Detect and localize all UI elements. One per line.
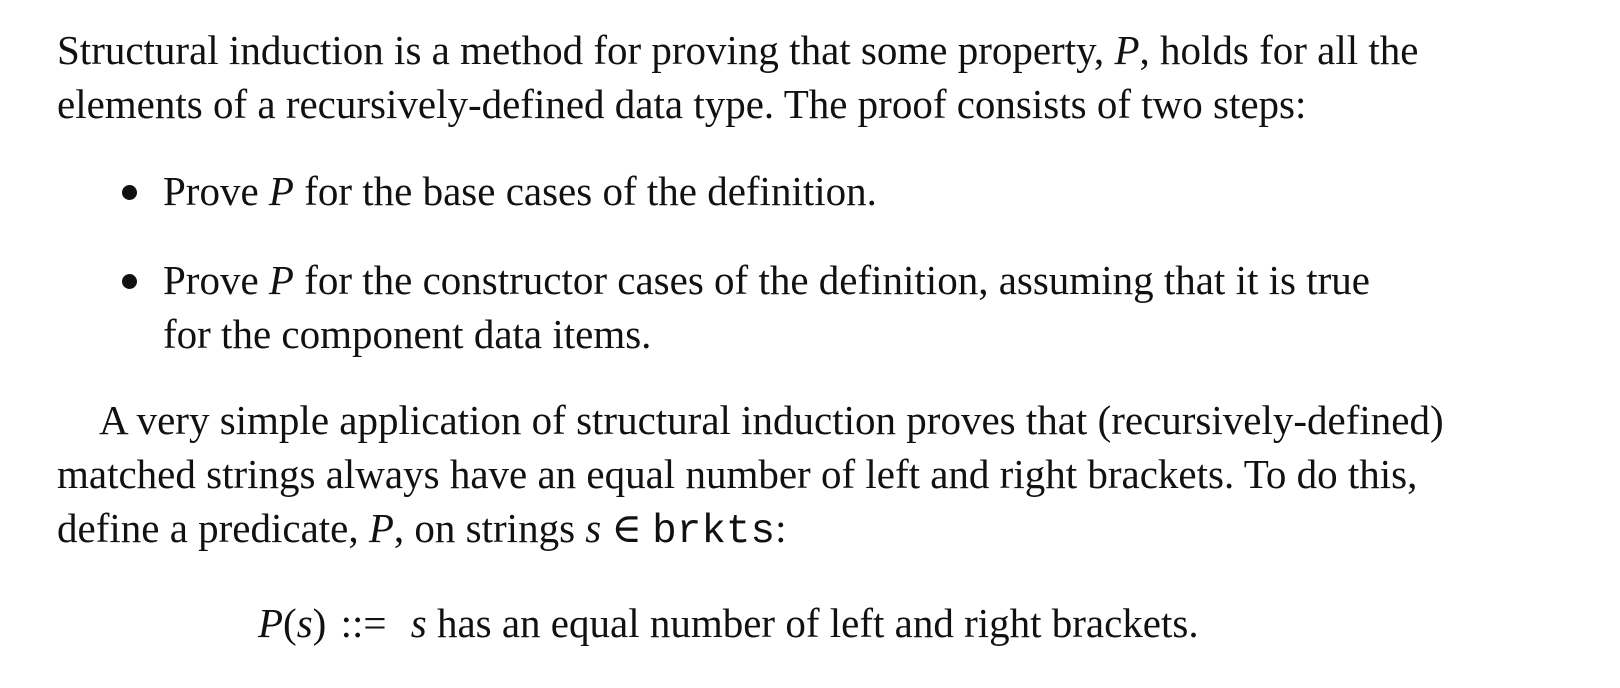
- step-text: for the base cases of the definition.: [293, 168, 877, 214]
- intro-text: elements of a recursively-defined data t…: [57, 81, 1307, 127]
- intro-line-1: Structural induction is a method for pro…: [57, 30, 1418, 71]
- step-line: Prove P for the base cases of the defini…: [163, 171, 877, 212]
- step-text: for the constructor cases of the definit…: [293, 257, 1370, 303]
- property-variable: P: [1114, 27, 1140, 73]
- close-paren: ): [312, 600, 327, 646]
- definition-operator: ::=: [330, 600, 397, 646]
- predicate-variable: P: [258, 600, 284, 646]
- application-text: matched strings always have an equal num…: [57, 451, 1418, 497]
- application-text: define a predicate,: [57, 505, 369, 551]
- open-paren: (: [283, 600, 297, 646]
- intro-text: Structural induction is a method for pro…: [57, 27, 1115, 73]
- step-line-continuation: for the component data items.: [163, 314, 651, 355]
- application-text: , on strings: [393, 505, 586, 551]
- application-line-1: A very simple application of structural …: [99, 400, 1444, 441]
- application-text: A very simple application of structural …: [99, 397, 1444, 443]
- step-text: for the component data items.: [163, 311, 652, 357]
- intro-line-2: elements of a recursively-defined data t…: [57, 84, 1306, 125]
- string-variable: s: [296, 600, 313, 646]
- property-variable: P: [268, 257, 294, 303]
- property-variable: P: [268, 168, 294, 214]
- bullet-icon: [122, 274, 137, 289]
- predicate-definition: P(s) ::= s has an equal number of left a…: [258, 603, 1199, 644]
- step-line: Prove P for the constructor cases of the…: [163, 260, 1370, 301]
- string-variable: s: [585, 505, 602, 551]
- application-line-2: matched strings always have an equal num…: [57, 454, 1417, 495]
- step-text: Prove: [163, 168, 269, 214]
- bullet-icon: [122, 185, 137, 200]
- predicate-variable: P: [368, 505, 394, 551]
- intro-text: , holds for all the: [1139, 27, 1419, 73]
- application-text: :: [775, 505, 787, 551]
- application-line-3: define a predicate, P, on strings s ∈ br…: [57, 508, 787, 553]
- step-text: Prove: [163, 257, 269, 303]
- set-name: brkts: [652, 509, 776, 555]
- string-variable: s: [410, 600, 427, 646]
- element-of-symbol: ∈: [601, 505, 653, 551]
- definition-text: has an equal number of left and right br…: [426, 600, 1199, 646]
